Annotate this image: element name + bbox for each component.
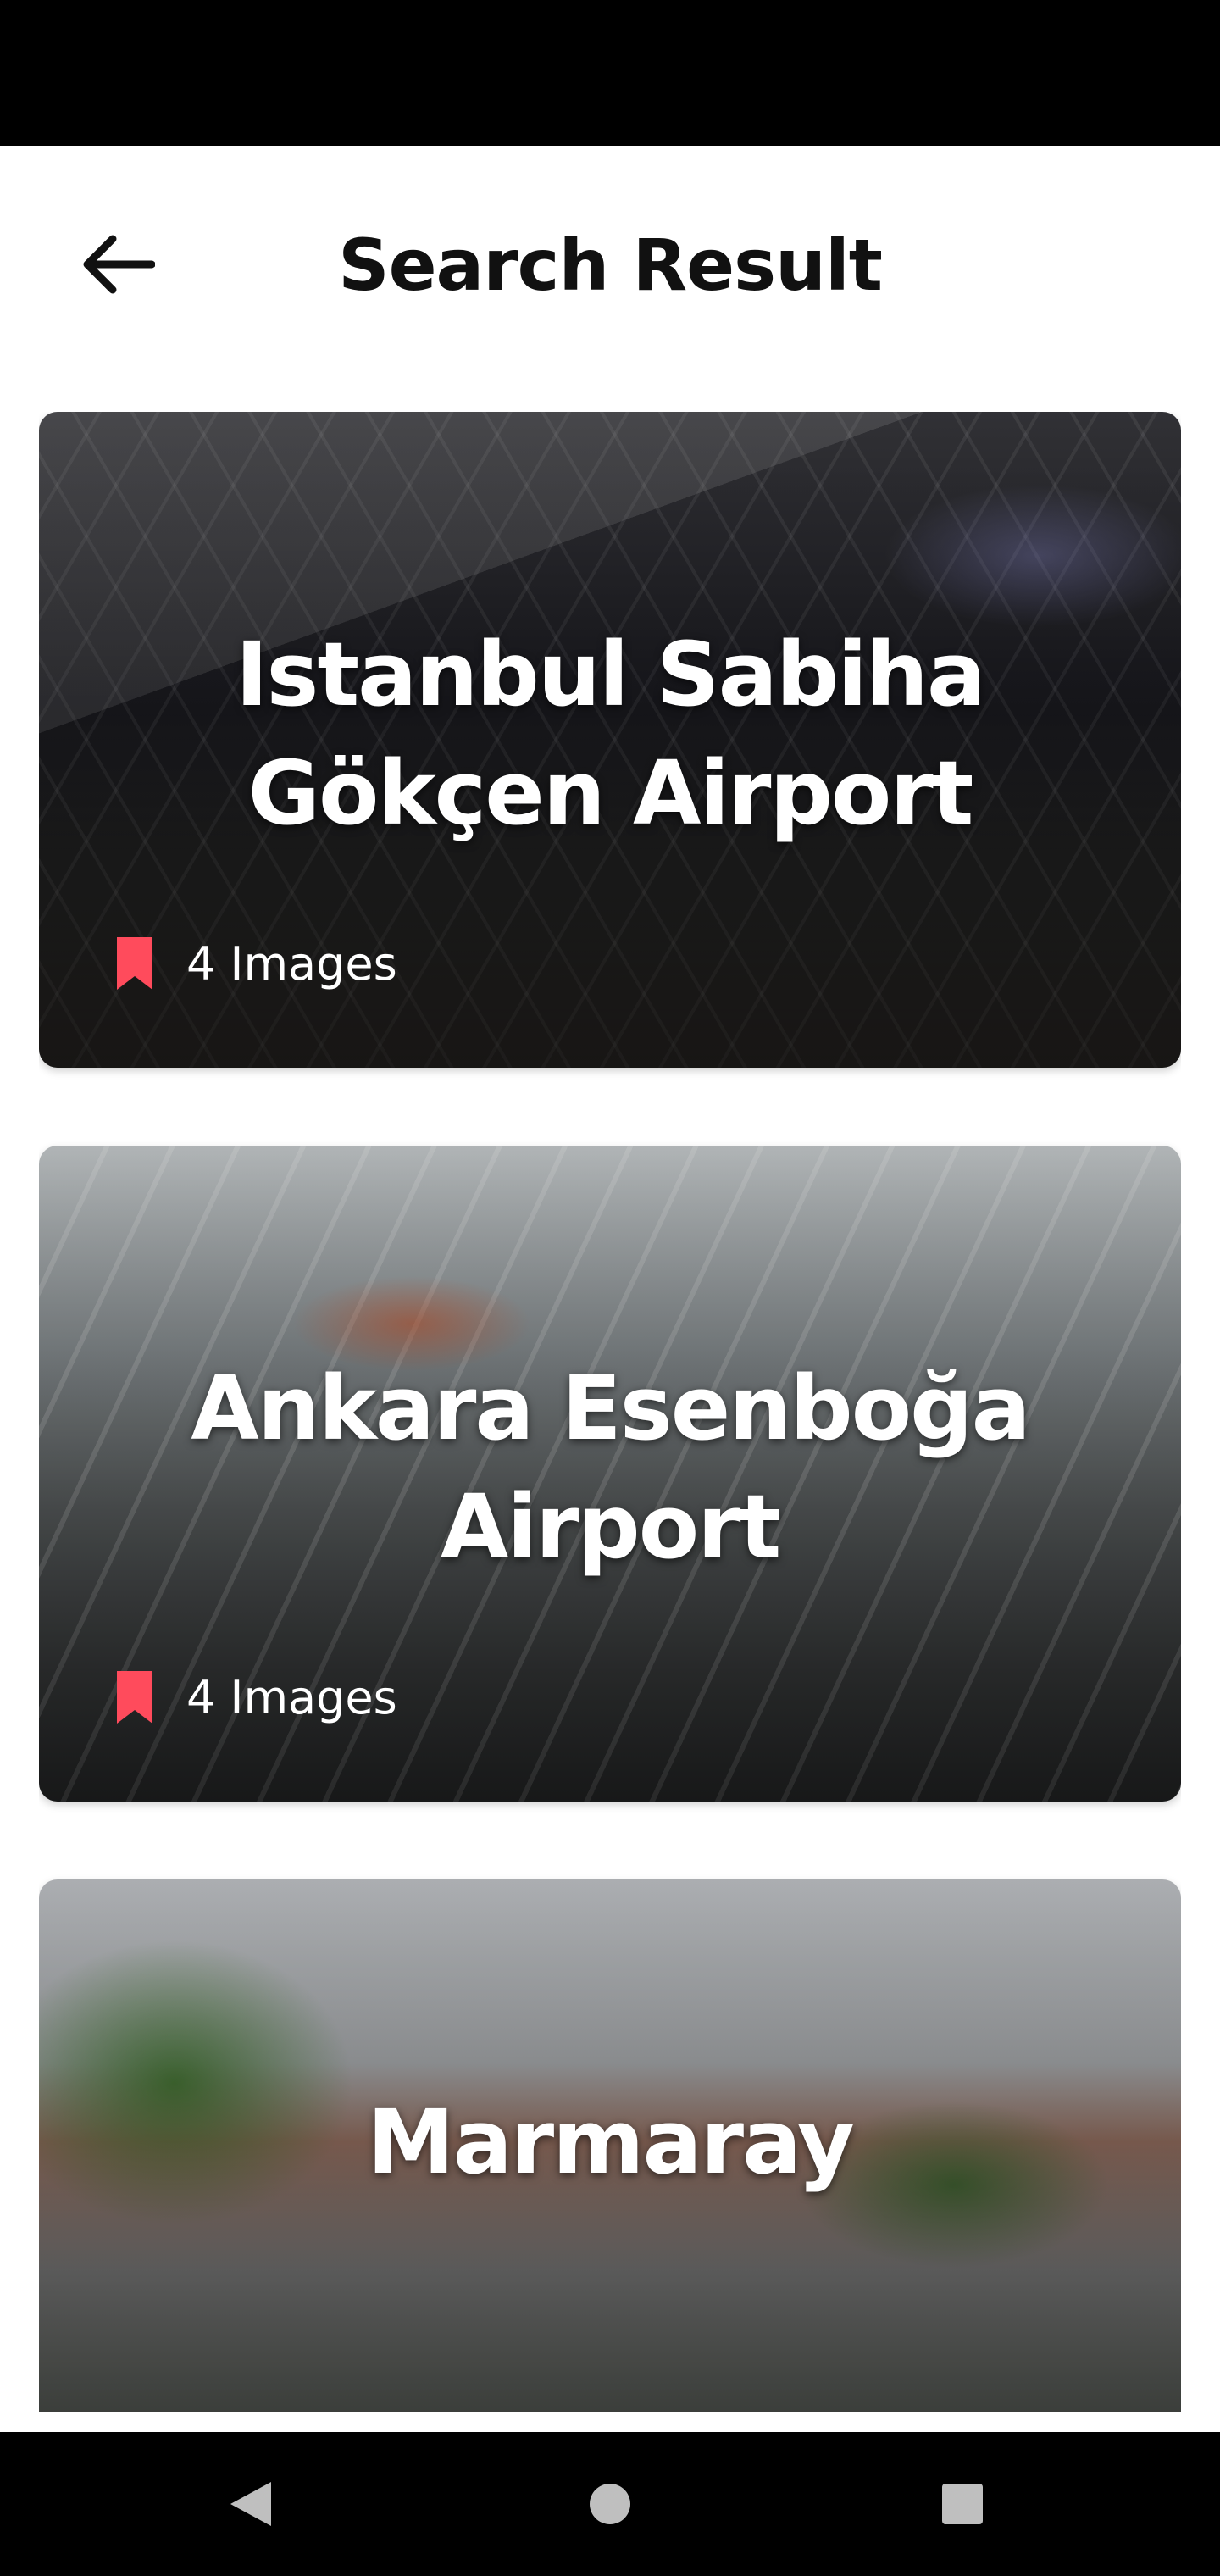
nav-recents-icon[interactable]	[929, 2470, 996, 2538]
status-bar	[0, 0, 1220, 146]
card-meta: 4 Images	[114, 1669, 397, 1725]
header: Search Result	[0, 146, 1220, 383]
card-meta: 4 Images	[114, 935, 397, 991]
search-result-screen: Search Result Istanbul Sabiha Gökçen Air…	[0, 146, 1220, 2432]
images-count: 4 Images	[186, 936, 397, 991]
card-title: Ankara Esenboğa Airport	[191, 1357, 1031, 1579]
bookmark-icon	[117, 1671, 152, 1724]
system-nav-bar	[0, 2432, 1220, 2576]
page-title: Search Result	[338, 224, 883, 307]
card-title: Istanbul Sabiha Gökçen Airport	[235, 623, 986, 845]
nav-home-icon[interactable]	[576, 2470, 644, 2538]
results-list: Istanbul Sabiha Gökçen Airport 4 Images …	[39, 412, 1181, 2412]
bookmark-icon	[117, 937, 152, 990]
images-count: 4 Images	[186, 1670, 397, 1724]
result-card[interactable]: Istanbul Sabiha Gökçen Airport 4 Images	[39, 412, 1181, 1068]
card-title: Marmaray	[367, 2090, 855, 2194]
nav-back-icon[interactable]	[219, 2470, 286, 2538]
result-card[interactable]: Marmaray	[39, 1879, 1181, 2412]
result-card[interactable]: Ankara Esenboğa Airport 4 Images	[39, 1146, 1181, 1802]
